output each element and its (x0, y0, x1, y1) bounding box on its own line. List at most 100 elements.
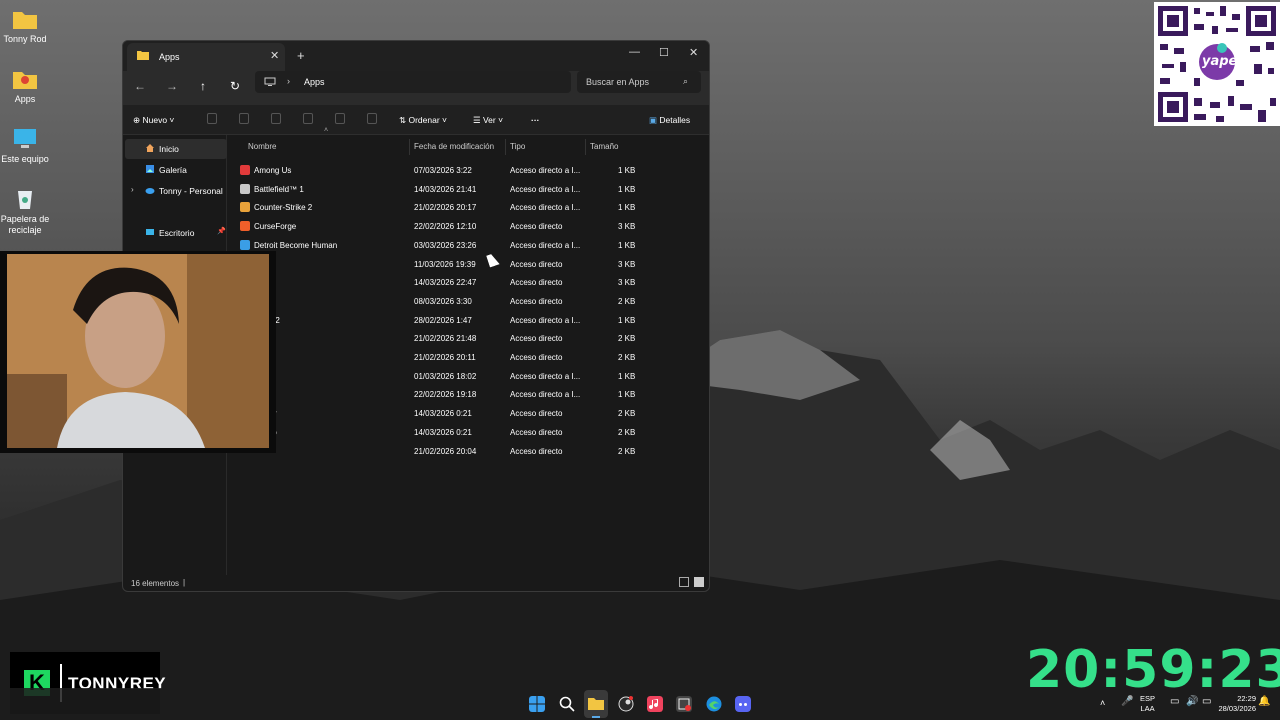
file-row[interactable]: Among Us 07/03/2026 3:22 Acceso directo a … (236, 161, 636, 179)
forward-icon[interactable]: → (163, 79, 181, 93)
address-text: Apps (304, 77, 325, 87)
file-size: 2 KB (618, 427, 636, 437)
file-row[interactable]: Dead 228/02/2026 1:47Acceso directo a I.… (236, 311, 636, 329)
sort-button[interactable]: ⇅ Ordenar ˅ (399, 115, 447, 126)
file-name: Battlefield™ 1 (254, 184, 304, 194)
volume-icon[interactable]: 🔊 (1186, 697, 1198, 707)
sort-label: Ordenar (408, 115, 440, 125)
copy-icon[interactable] (239, 113, 249, 124)
column-modified[interactable]: Fecha de modificación (410, 139, 506, 155)
search-icon[interactable] (559, 696, 575, 712)
file-row[interactable]: lio 2108/03/2026 3:30Acceso directo2 KB (236, 292, 636, 310)
monitor-icon (14, 129, 36, 148)
file-explorer-taskbar-button[interactable] (584, 690, 608, 718)
clock-date[interactable]: 22:29 28/03/2026 (1206, 694, 1256, 714)
cut-icon[interactable] (207, 113, 217, 124)
file-type: Acceso directo (510, 409, 563, 419)
file-row[interactable]: 21/02/2026 20:04 Acceso directo 2 KB (236, 442, 636, 460)
show-hidden-icons-icon[interactable]: ˄ (1100, 698, 1105, 708)
details-button[interactable]: ▣ Detalles (649, 115, 690, 126)
file-row[interactable]: udio21/02/2026 20:11Acceso directo2 KB (236, 348, 636, 366)
nav-item-home[interactable]: Inicio (125, 139, 227, 159)
search-input[interactable]: Buscar en Apps ⌕ (577, 71, 701, 93)
file-row[interactable]: 14/03/2026 22:47 Acceso directo 3 KB (236, 273, 636, 291)
steam-icon[interactable] (618, 696, 634, 712)
minimize-icon[interactable]: — (629, 46, 640, 58)
column-type[interactable]: Tipo (506, 139, 586, 155)
nav-item-gallery[interactable]: Galería (125, 160, 227, 180)
expand-chevron-icon[interactable]: › (131, 185, 134, 194)
file-row[interactable]: Detroit Become Human 03/03/2026 23:26 Acce… (236, 236, 636, 254)
language-indicator[interactable]: ESP LAA (1140, 694, 1155, 714)
file-row[interactable]: Studio14/03/2026 0:21Acceso directo2 KB (236, 423, 636, 441)
file-date: 07/03/2026 3:22 (414, 166, 472, 175)
home-icon (146, 144, 154, 152)
file-date: 21/02/2026 20:04 (414, 446, 477, 456)
file-type: Acceso directo (510, 259, 563, 269)
nav-label: Inicio (159, 144, 179, 154)
microphone-icon[interactable]: 🎤 (1121, 697, 1133, 707)
details-view-icon[interactable] (679, 577, 689, 587)
nav-item-desktop[interactable]: Escritorio 📌 (125, 223, 227, 243)
file-row[interactable]: Battlefield™ 1 14/03/2026 21:41 Acceso dir… (236, 180, 636, 198)
column-size[interactable]: Tamaño (586, 139, 642, 155)
desktop-icon-recycle-bin[interactable]: Papelera de reciclaje (0, 188, 50, 236)
file-row[interactable]: .22/02/2026 19:18Acceso directo a I...1 … (236, 385, 636, 403)
file-size: 3 KB (618, 222, 636, 232)
new-button[interactable]: ⊕ Nuevo ˅ (133, 115, 174, 126)
file-size: 1 KB (618, 203, 636, 213)
desktop-icon-tonny-rod[interactable]: Tonny Rod (0, 8, 50, 45)
file-date: 14/03/2026 0:21 (414, 409, 472, 419)
gallery-icon (146, 165, 154, 173)
discord-icon[interactable] (735, 696, 751, 712)
file-row[interactable]: Player14/03/2026 0:21Acceso directo2 KB (236, 404, 636, 422)
new-tab-icon[interactable]: + (297, 48, 305, 63)
active-indicator (592, 716, 600, 718)
refresh-icon[interactable]: ↻ (226, 79, 244, 93)
search-placeholder: Buscar en Apps (586, 77, 650, 87)
view-button[interactable]: ☰ Ver ˅ (473, 115, 503, 126)
item-count: 16 elementos (131, 579, 180, 588)
delete-icon[interactable] (367, 113, 377, 124)
search-icon: ⌕ (683, 76, 689, 86)
file-row[interactable]: d11/03/2026 19:39Acceso directo3 KB (236, 255, 636, 273)
file-date: 14/03/2026 22:47 (414, 278, 477, 288)
snipping-tool-icon[interactable] (676, 696, 692, 712)
file-row[interactable]: atch®01/03/2026 18:02Acceso directo a I.… (236, 367, 636, 385)
nav-item-onedrive[interactable]: › Tonny - Personal (125, 181, 227, 201)
close-window-icon[interactable]: ✕ (689, 46, 698, 59)
file-size: 2 KB (618, 334, 636, 344)
edge-icon[interactable] (706, 696, 722, 712)
file-type: Acceso directo (510, 353, 563, 362)
tiles-view-icon[interactable] (694, 577, 704, 587)
back-icon[interactable]: ← (131, 79, 149, 93)
more-options-icon[interactable]: ··· (531, 115, 540, 125)
network-icon[interactable]: ▭ (1170, 697, 1179, 707)
rename-icon[interactable] (303, 113, 313, 124)
file-type: Acceso directo a I... (510, 184, 581, 194)
up-icon[interactable]: ↑ (194, 79, 212, 93)
file-date: 21/02/2026 20:11 (414, 353, 476, 362)
desktop-icon-this-pc[interactable]: Este equipo (0, 128, 50, 165)
share-icon[interactable] (335, 113, 345, 124)
file-list: ˄ Nombre Fecha de modificación Tipo Tama… (228, 127, 709, 575)
notification-bell-icon[interactable]: 🔔 (1258, 697, 1270, 707)
music-app-icon[interactable] (647, 696, 663, 712)
tab-apps[interactable]: Apps ✕ (127, 43, 285, 71)
cloud-icon (145, 188, 155, 194)
file-row[interactable]: App21/02/2026 21:48Acceso directo2 KB (236, 329, 636, 347)
nav-label: Escritorio (159, 228, 195, 238)
windows-start-icon[interactable] (529, 696, 545, 712)
file-row[interactable]: Counter-Strike 2 21/02/2026 20:17 Acceso d… (236, 198, 636, 216)
file-size: 2 KB (618, 296, 636, 306)
paste-icon[interactable] (271, 113, 281, 124)
file-row[interactable]: CurseForge 22/02/2026 12:10 Acceso directo… (236, 217, 636, 235)
column-name[interactable]: Nombre (244, 139, 410, 155)
desktop-icon-apps[interactable]: Apps (0, 68, 50, 105)
title-bar: Apps ✕ + — ☐ ✕ (123, 41, 709, 71)
maximize-icon[interactable]: ☐ (659, 46, 669, 59)
file-type: Acceso directo (510, 296, 563, 306)
status-separator: | (183, 578, 186, 587)
close-tab-icon[interactable]: ✕ (270, 49, 279, 62)
address-bar[interactable]: › Apps (255, 71, 571, 93)
